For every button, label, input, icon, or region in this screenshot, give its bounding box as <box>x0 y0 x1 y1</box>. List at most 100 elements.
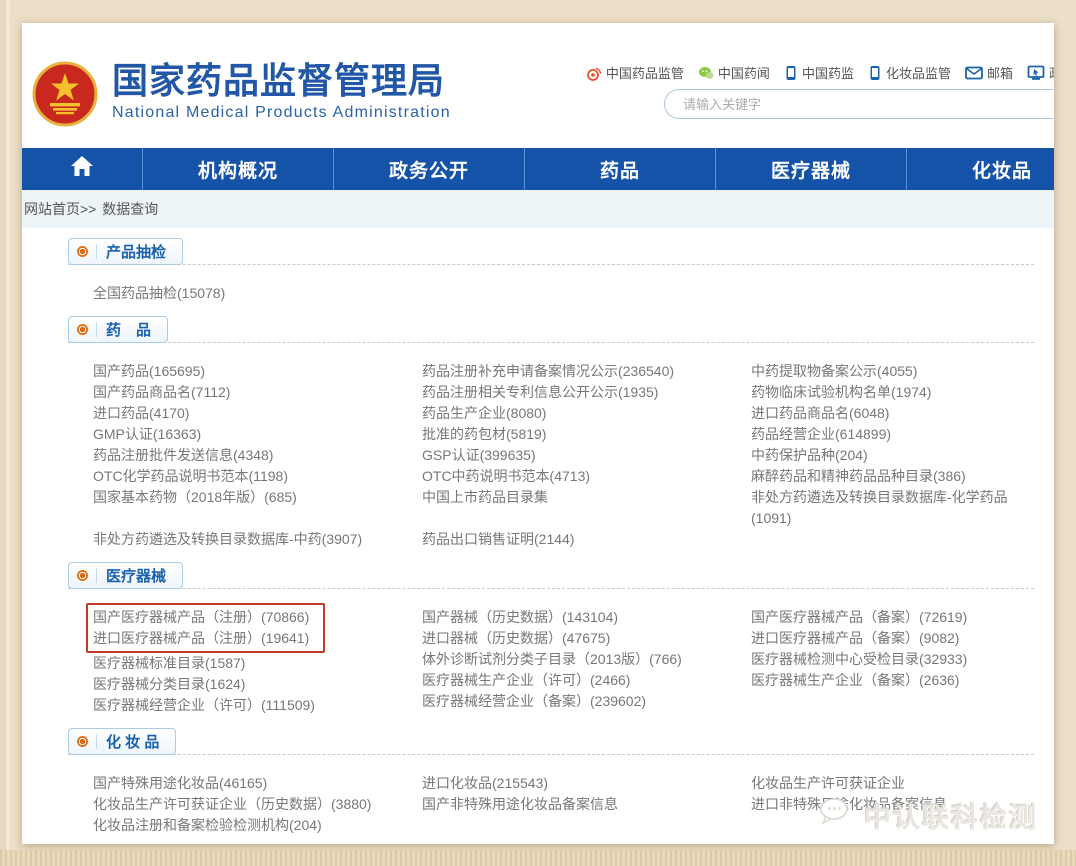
data-link[interactable]: 医疗器械分类目录(1624) <box>93 674 394 695</box>
site-title: 国家药品监督管理局 <box>112 61 451 101</box>
red-highlight-box: 国产医疗器械产品（注册）(70866) 进口医疗器械产品（注册）(19641) <box>86 603 325 653</box>
data-link[interactable]: 国产医疗器械产品（注册）(70866) <box>93 607 309 628</box>
quick-link-cosmetics-app[interactable]: 化妆品监管 <box>868 63 951 82</box>
data-link[interactable]: 批准的药包材(5819) <box>422 424 723 445</box>
link-column: 国产医疗器械产品（注册）(70866) 进口医疗器械产品（注册）(19641) … <box>93 607 422 716</box>
data-link[interactable]: 药品注册批件发送信息(4348) <box>93 445 394 466</box>
data-link[interactable]: 医疗器械标准目录(1587) <box>93 653 394 674</box>
section-header: 医疗器械 <box>68 562 1034 589</box>
data-link[interactable]: 药物临床试验机构名单(1974) <box>751 382 1031 403</box>
data-link[interactable]: 非处方药遴选及转换目录数据库-化学药品(1091) <box>751 487 1031 529</box>
section-medical-devices: 医疗器械 国产医疗器械产品（注册）(70866) 进口医疗器械产品（注册）(19… <box>68 562 1034 716</box>
quick-link-mail[interactable]: 邮箱 <box>965 63 1013 82</box>
data-link[interactable]: 国产药品(165695) <box>93 361 394 382</box>
data-link[interactable]: 非处方药遴选及转换目录数据库-中药(3907) <box>93 529 394 550</box>
quick-link-label: 中国药闻 <box>718 63 770 82</box>
data-link[interactable]: OTC中药说明书范本(4713) <box>422 466 723 487</box>
section-header: 产品抽检 <box>68 238 1034 265</box>
section-tab-drugs[interactable]: 药 品 <box>68 316 168 343</box>
data-link[interactable]: 进口医疗器械产品（备案）(9082) <box>751 628 1031 649</box>
data-link[interactable]: 医疗器械检测中心受检目录(32933) <box>751 649 1031 670</box>
quick-link-label: 政 <box>1049 63 1054 82</box>
tab-divider <box>96 734 97 749</box>
data-link[interactable]: 中药保护品种(204) <box>751 445 1031 466</box>
data-link[interactable]: 体外诊断试剂分类子目录（2013版）(766) <box>422 649 723 670</box>
data-link[interactable]: 国产器械（历史数据）(143104) <box>422 607 723 628</box>
logo-text: 国家药品监督管理局 National Medical Products Admi… <box>112 61 451 122</box>
data-link[interactable]: 进口药品(4170) <box>93 403 394 424</box>
data-link[interactable]: 药品生产企业(8080) <box>422 403 723 424</box>
site-logo[interactable]: 国家药品监督管理局 National Medical Products Admi… <box>32 61 451 132</box>
nav-item-gov-info[interactable]: 政务公开 <box>333 148 524 190</box>
breadcrumb-current: 数据查询 <box>102 199 158 219</box>
quick-link-label: 邮箱 <box>987 63 1013 82</box>
data-link[interactable]: 医疗器械经营企业（许可）(111509) <box>93 695 394 716</box>
nav-item-drugs[interactable]: 药品 <box>524 148 715 190</box>
data-link[interactable]: 化妆品生产许可获证企业（历史数据）(3880) <box>93 794 394 815</box>
nav-item-cosmetics[interactable]: 化妆品 <box>906 148 1054 190</box>
data-link[interactable]: 国产特殊用途化妆品(46165) <box>93 773 394 794</box>
data-link[interactable]: GMP认证(16363) <box>93 424 394 445</box>
data-link[interactable]: 医疗器械经营企业（备案）(239602) <box>422 691 723 712</box>
quick-link-label: 中国药品监管 <box>606 63 684 82</box>
link-column: 国产器械（历史数据）(143104) 进口器械（历史数据）(47675) 体外诊… <box>422 607 751 716</box>
quick-link-weibo[interactable]: 中国药品监管 <box>586 63 684 82</box>
data-link[interactable]: 中药提取物备案公示(4055) <box>751 361 1031 382</box>
data-link[interactable]: 进口医疗器械产品（注册）(19641) <box>93 628 309 649</box>
site-header: 国家药品监督管理局 National Medical Products Admi… <box>22 23 1054 148</box>
nav-item-about[interactable]: 机构概况 <box>142 148 333 190</box>
background-frame: 国家药品监督管理局 National Medical Products Admi… <box>0 0 1076 866</box>
data-link[interactable]: 医疗器械生产企业（许可）(2466) <box>422 670 723 691</box>
data-link[interactable]: GSP认证(399635) <box>422 445 723 466</box>
section-tab-medical-devices[interactable]: 医疗器械 <box>68 562 183 589</box>
breadcrumb-separator: >> <box>80 201 96 217</box>
breadcrumb-home-link[interactable]: 网站首页 <box>24 199 80 219</box>
link-column: 国产药品(165695) 国产药品商品名(7112) 进口药品(4170) GM… <box>93 361 422 550</box>
data-link[interactable]: 麻醉药品和精神药品品种目录(386) <box>751 466 1031 487</box>
data-link[interactable]: 进口器械（历史数据）(47675) <box>422 628 723 649</box>
data-link[interactable]: 全国药品抽检(15078) <box>93 283 394 304</box>
tab-divider <box>96 322 97 337</box>
section-cosmetics: 化 妆 品 国产特殊用途化妆品(46165) 化妆品生产许可获证企业（历史数据）… <box>68 728 1034 836</box>
data-link[interactable]: 药品出口销售证明(2144) <box>422 529 723 550</box>
data-link[interactable]: 化妆品注册和备案检验检测机构(204) <box>93 815 394 836</box>
section-header: 化 妆 品 <box>68 728 1034 755</box>
section-title: 药 品 <box>106 319 151 340</box>
spacer <box>422 508 723 529</box>
data-link[interactable]: 药品经营企业(614899) <box>751 424 1031 445</box>
header-quick-links: 中国药品监管 中国药闻 <box>586 63 1054 82</box>
data-query-content: 产品抽检 全国药品抽检(15078) 药 品 <box>22 228 1054 836</box>
data-link[interactable]: 药品注册补充申请备案情况公示(236540) <box>422 361 723 382</box>
mail-icon <box>965 66 983 80</box>
quick-link-wechat[interactable]: 中国药闻 <box>698 63 770 82</box>
data-link[interactable]: 国产医疗器械产品（备案）(72619) <box>751 607 1031 628</box>
section-header: 药 品 <box>68 316 1034 343</box>
data-link[interactable]: 进口化妆品(215543) <box>422 773 723 794</box>
quick-link-mobile-app[interactable]: 中国药监 <box>784 63 854 82</box>
data-link[interactable]: 药品注册相关专利信息公开公示(1935) <box>422 382 723 403</box>
data-link[interactable]: 进口非特殊用途化妆品备案信息 <box>751 794 1031 815</box>
section-tab-product-sampling[interactable]: 产品抽检 <box>68 238 183 265</box>
quick-link-gov-service[interactable]: 政 <box>1027 63 1054 82</box>
site-page: 国家药品监督管理局 National Medical Products Admi… <box>22 23 1054 844</box>
section-tab-cosmetics[interactable]: 化 妆 品 <box>68 728 176 755</box>
data-link[interactable]: 医疗器械生产企业（备案）(2636) <box>751 670 1031 691</box>
nav-item-devices[interactable]: 医疗器械 <box>715 148 906 190</box>
quick-link-label: 化妆品监管 <box>886 63 951 82</box>
data-link[interactable]: 国产非特殊用途化妆品备案信息 <box>422 794 723 815</box>
data-link[interactable]: OTC化学药品说明书范本(1198) <box>93 466 394 487</box>
link-column: 国产医疗器械产品（备案）(72619) 进口医疗器械产品（备案）(9082) 医… <box>751 607 1054 716</box>
wechat-icon <box>698 65 714 81</box>
search-input[interactable] <box>664 89 1054 119</box>
link-column: 化妆品生产许可获证企业 进口非特殊用途化妆品备案信息 <box>751 773 1054 836</box>
tab-divider <box>96 244 97 259</box>
main-nav: 机构概况 政务公开 药品 医疗器械 化妆品 <box>22 148 1054 190</box>
link-column: 全国药品抽检(15078) <box>93 283 422 304</box>
nav-home[interactable] <box>22 148 142 190</box>
data-link[interactable]: 中国上市药品目录集 <box>422 487 723 508</box>
data-link[interactable]: 国产药品商品名(7112) <box>93 382 394 403</box>
data-link[interactable]: 国家基本药物（2018年版）(685) <box>93 487 394 508</box>
data-link[interactable]: 进口药品商品名(6048) <box>751 403 1031 424</box>
data-link[interactable]: 化妆品生产许可获证企业 <box>751 773 1031 794</box>
quick-link-label: 中国药监 <box>802 63 854 82</box>
